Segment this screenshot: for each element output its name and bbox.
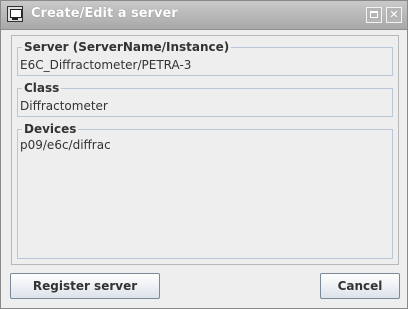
cancel-button[interactable]: Cancel	[320, 273, 400, 299]
form-panel: Server (ServerName/Instance) E6C_Diffrac…	[11, 35, 399, 265]
maximize-button[interactable]	[366, 7, 382, 23]
devices-label: Devices	[24, 122, 77, 136]
computer-monitor-icon	[7, 6, 23, 22]
class-group: Class Diffractometer	[17, 81, 393, 117]
class-label: Class	[24, 81, 60, 95]
window-title: Create/Edit a server	[31, 6, 178, 21]
devices-group: Devices p09/e6c/diffrac	[17, 122, 393, 259]
devices-field[interactable]: p09/e6c/diffrac	[20, 138, 111, 152]
server-field[interactable]: E6C_Diffractometer/PETRA-3	[20, 58, 191, 72]
close-button[interactable]: ✕	[386, 7, 402, 23]
class-field[interactable]: Diffractometer	[20, 99, 108, 113]
server-label: Server (ServerName/Instance)	[24, 40, 230, 54]
maximize-icon	[370, 11, 378, 18]
server-group: Server (ServerName/Instance) E6C_Diffrac…	[17, 40, 393, 76]
close-icon: ✕	[389, 8, 399, 21]
register-server-button[interactable]: Register server	[10, 273, 160, 299]
dialog-window: Create/Edit a server ✕ Server (ServerNam…	[0, 0, 408, 309]
title-bar[interactable]: Create/Edit a server ✕	[1, 1, 407, 30]
